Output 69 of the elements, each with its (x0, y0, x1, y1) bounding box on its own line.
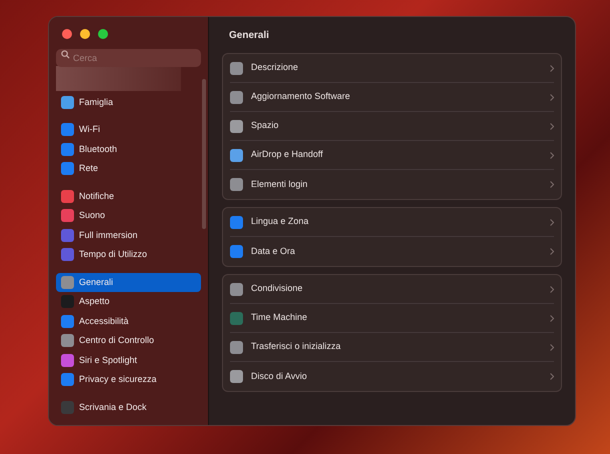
settings-icon (61, 162, 74, 176)
sidebar-item[interactable]: Siri e Spotlight (56, 350, 201, 370)
chevron-icon (550, 286, 554, 292)
settings-icon (61, 373, 74, 386)
sidebar-item[interactable]: Tempo di Utilizzo (56, 245, 201, 264)
close-button[interactable] (62, 29, 72, 39)
settings-row[interactable]: Trasferisci o inizializza (230, 333, 554, 362)
settings-icon (61, 142, 74, 156)
settings-row[interactable]: Condivisione (230, 275, 554, 304)
settings-row[interactable]: Spazio (230, 112, 554, 141)
settings-icon (61, 190, 74, 203)
chevron-icon (550, 314, 554, 322)
settings-icon (230, 62, 243, 74)
settings-row[interactable]: Descrizione (230, 54, 554, 83)
settings-icon (230, 312, 243, 324)
settings-icon (61, 248, 74, 262)
sidebar-item[interactable]: Aspetto (56, 292, 201, 312)
settings-row[interactable]: Time Machine (230, 304, 554, 333)
chevron-icon (550, 181, 554, 188)
sidebar-item[interactable]: Generali (56, 272, 201, 292)
settings-icon (61, 314, 74, 328)
settings-icon (230, 245, 243, 258)
minimize-button[interactable] (80, 29, 90, 39)
sidebar-item[interactable]: Accessibilità (56, 312, 201, 331)
settings-row[interactable]: Aggiornamento Software (230, 83, 554, 112)
sidebar-item[interactable]: Full immersion (56, 226, 201, 245)
settings-icon (230, 282, 243, 296)
settings-icon (61, 276, 74, 289)
page-title: Generali (228, 29, 270, 43)
settings-icon (61, 209, 74, 222)
chevron-icon (550, 64, 554, 72)
settings-icon (230, 370, 243, 383)
settings-row[interactable]: Elementi login (230, 170, 554, 199)
zoom-button[interactable] (98, 29, 108, 39)
chevron-icon (550, 94, 554, 100)
settings-icon (61, 96, 74, 109)
settings-icon (61, 400, 74, 414)
sidebar-item[interactable]: Rete (56, 159, 201, 178)
settings-row[interactable]: AirDrop e Handoff (230, 141, 554, 170)
chevron-icon (550, 344, 554, 350)
settings-icon (230, 340, 243, 354)
settings-icon (230, 178, 243, 191)
sidebar-item[interactable]: Notifiche (56, 186, 201, 206)
settings-icon (61, 354, 74, 367)
sidebar-item[interactable]: Privacy e sicurezza (56, 370, 201, 390)
sidebar-item[interactable]: Bluetooth (56, 140, 201, 159)
settings-icon (230, 120, 243, 132)
settings-icon (230, 216, 243, 228)
sidebar-item[interactable]: Famiglia (56, 92, 201, 112)
settings-icon (61, 334, 74, 348)
chevron-icon (550, 122, 554, 130)
sidebar-item[interactable]: Centro di Controllo (56, 331, 201, 350)
sidebar-item[interactable]: Scrivania e Dock (56, 398, 201, 417)
settings-icon (61, 123, 74, 136)
settings-row[interactable]: Lingua e Zona (230, 208, 554, 237)
settings-icon (230, 148, 243, 162)
sidebar-item[interactable]: Suono (56, 206, 201, 226)
sidebar-item[interactable]: Wi-Fi (56, 120, 201, 140)
search-icon (61, 50, 70, 60)
settings-row[interactable]: Disco di Avvio (230, 362, 554, 391)
chevron-icon (550, 248, 554, 255)
settings-icon (230, 90, 243, 104)
settings-row[interactable]: Data e Ora (230, 237, 554, 266)
chevron-icon (550, 218, 554, 226)
settings-icon (61, 295, 74, 308)
search-field[interactable]: Cerca (56, 49, 201, 68)
settings-icon (61, 228, 74, 242)
chevron-icon (550, 373, 554, 380)
chevron-icon (550, 152, 554, 158)
